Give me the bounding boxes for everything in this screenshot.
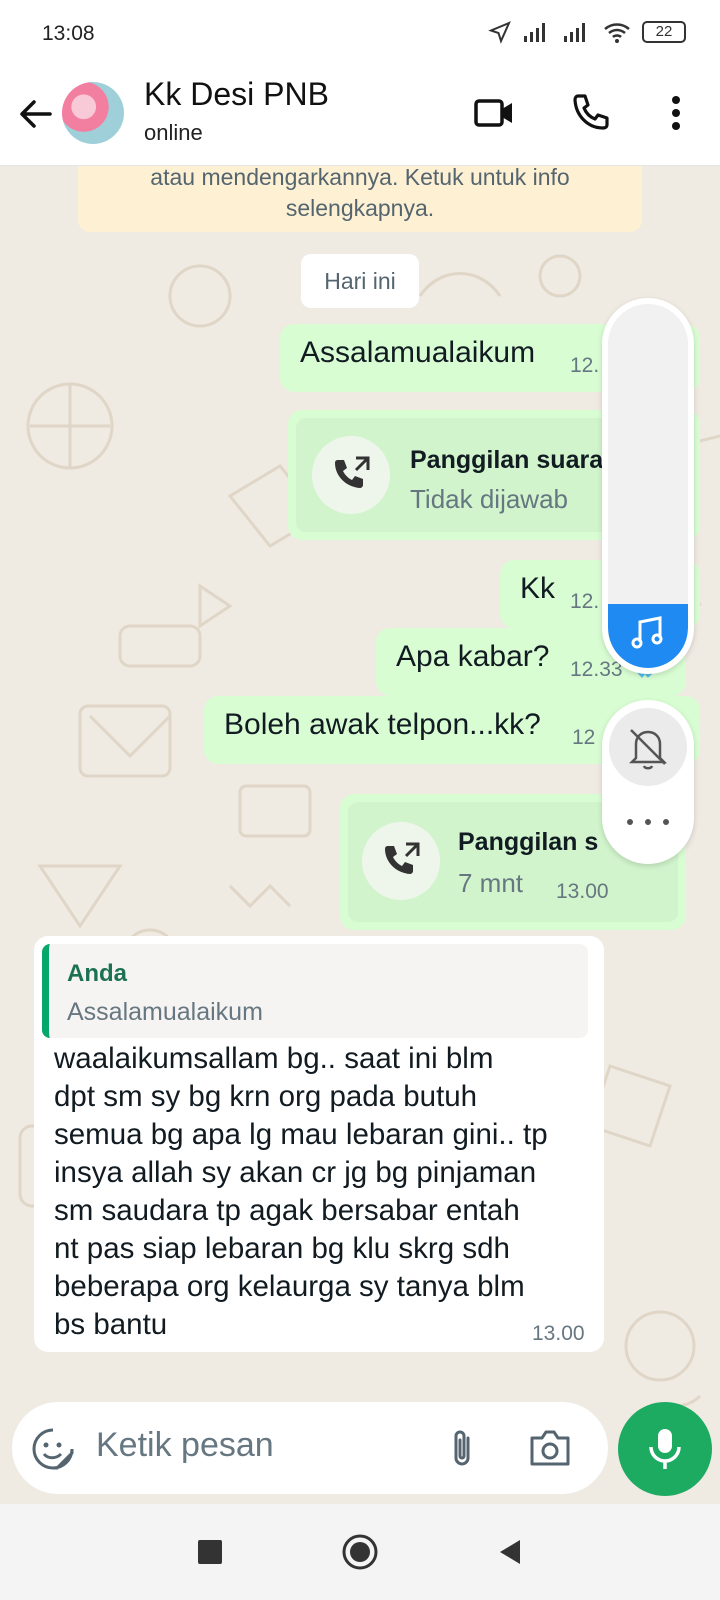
status-bar: 13:08 22 xyxy=(0,0,720,68)
message-time: 12.33 xyxy=(570,658,623,681)
floating-volume-panel[interactable] xyxy=(602,298,694,674)
contact-status: online xyxy=(144,120,203,145)
mic-icon xyxy=(649,1429,681,1469)
date-divider: Hari ini xyxy=(301,254,419,308)
call-title: Panggilan suara xyxy=(410,446,604,474)
location-icon xyxy=(488,21,511,44)
mute-bell-icon xyxy=(628,729,668,770)
call-duration: 7 mnt xyxy=(458,868,524,898)
message-text-line: semua bg apa lg mau lebaran gini.. tp xyxy=(54,1118,548,1151)
message-text-line: insya allah sy akan cr jg bg pinjaman xyxy=(54,1156,537,1189)
message-text-line: dpt sm sy bg krn org pada butuh xyxy=(54,1080,478,1113)
call-status: Tidak dijawab xyxy=(410,484,569,514)
voice-call-icon[interactable] xyxy=(566,88,616,138)
message-time: 13.00 xyxy=(556,880,609,903)
more-vert-icon[interactable] xyxy=(658,88,694,138)
signal-icon xyxy=(524,23,545,42)
message-text: Apa kabar? xyxy=(396,640,550,673)
home-icon[interactable] xyxy=(338,1530,382,1574)
outgoing-call-icon xyxy=(385,842,420,874)
sticker-icon[interactable] xyxy=(30,1426,76,1472)
mute-button[interactable] xyxy=(609,708,687,786)
music-icon xyxy=(631,616,663,649)
message-text: Boleh awak telpon...kk? xyxy=(224,708,541,741)
recent-apps-icon[interactable] xyxy=(188,1530,232,1574)
call-title: Panggilan s xyxy=(458,828,599,856)
call-icon-badge xyxy=(312,436,390,514)
video-call-icon[interactable] xyxy=(470,88,520,138)
outgoing-call-icon xyxy=(335,456,370,488)
status-time: 13:08 xyxy=(42,22,95,45)
system-navigation-bar xyxy=(0,1504,720,1600)
floating-sound-controls xyxy=(602,700,694,864)
notice-line-1: atau mendengarkannya. Ketuk untuk info xyxy=(150,166,570,190)
status-icons: 22 xyxy=(488,20,686,44)
message-text-line: sm saudara tp agak bersabar entah xyxy=(54,1194,520,1227)
message-time: 12. xyxy=(570,590,600,613)
quoted-message[interactable]: Anda Assalamualaikum xyxy=(42,944,588,1038)
message-time: 13.00 xyxy=(532,1322,585,1345)
camera-icon[interactable] xyxy=(526,1424,574,1472)
more-horiz-icon[interactable] xyxy=(620,812,676,832)
voice-message-button[interactable] xyxy=(618,1402,712,1496)
quoted-text: Assalamualaikum xyxy=(67,998,263,1026)
message-text-line: nt pas siap lebaran bg klu skrg sdh xyxy=(54,1232,510,1265)
chat-header: Kk Desi PNB online xyxy=(0,68,720,166)
attach-icon[interactable] xyxy=(440,1426,484,1472)
wifi-icon xyxy=(604,23,630,43)
message-composer[interactable]: Ketik pesan xyxy=(12,1402,608,1494)
notice-line-2: selengkapnya. xyxy=(285,195,435,221)
battery-level: 22 xyxy=(655,23,673,40)
encryption-notice[interactable]: atau mendengarkannya. Ketuk untuk info s… xyxy=(78,166,642,232)
back-arrow-icon[interactable] xyxy=(14,92,58,136)
message-time: 12. xyxy=(570,354,600,377)
message-time: 12 xyxy=(572,726,596,749)
message-text-line: waalaikumsallam bg.. saat ini blm xyxy=(54,1042,494,1075)
quoted-author: Anda xyxy=(67,960,127,987)
avatar[interactable] xyxy=(62,82,124,144)
message-text-line: beberapa org kelaurga sy tanya blm xyxy=(54,1270,525,1303)
message-text: Assalamualaikum xyxy=(300,336,536,369)
message-text-line: bs bantu xyxy=(54,1308,168,1341)
back-nav-icon[interactable] xyxy=(488,1530,532,1574)
message-input[interactable]: Ketik pesan xyxy=(96,1426,274,1465)
incoming-message[interactable]: Anda Assalamualaikum waalaikumsallam bg.… xyxy=(34,936,604,1352)
contact-name[interactable]: Kk Desi PNB xyxy=(144,76,329,113)
battery-icon: 22 xyxy=(642,21,686,43)
message-text: Kk xyxy=(520,572,556,605)
signal-icon xyxy=(564,23,585,42)
call-icon-badge xyxy=(362,822,440,900)
music-volume-bar[interactable] xyxy=(608,604,688,668)
